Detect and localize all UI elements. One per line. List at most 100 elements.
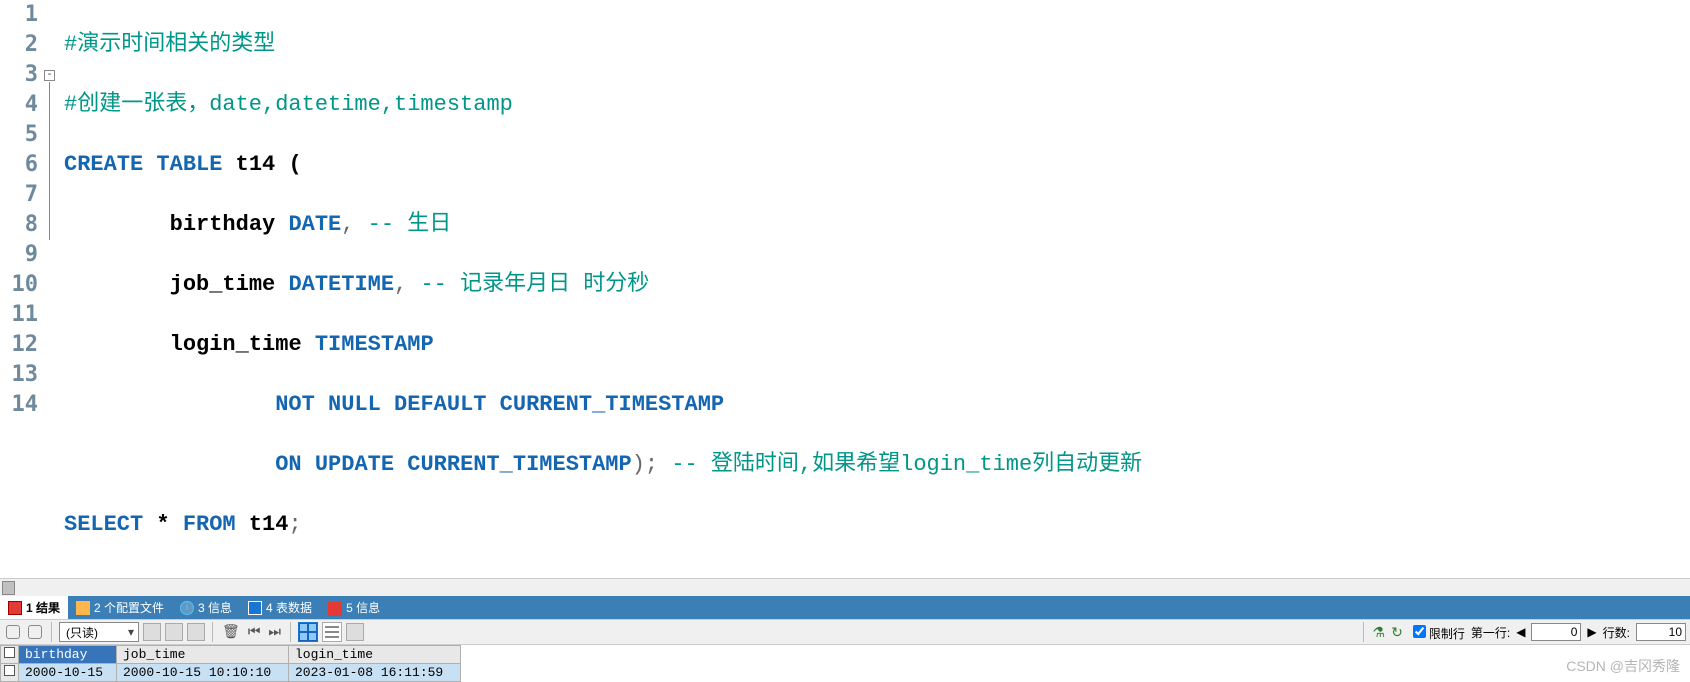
cell-birthday[interactable]: 2000-10-15 [19,664,117,682]
code-editor[interactable]: 1 2 3 4 5 6 7 8 9 10 11 12 13 14 - #演示时间… [0,0,1690,578]
checkbox-icon[interactable] [4,665,15,676]
grid-view-icon[interactable] [298,622,318,642]
kw-create: CREATE [64,152,143,177]
limit-rows-check[interactable] [1413,625,1426,638]
separator [51,622,52,642]
header-row: birthday job_time login_time [1,646,461,664]
tool-button[interactable] [187,623,205,641]
limit-label: 限制行 [1429,627,1465,641]
info-icon: i [180,601,194,615]
tool-button[interactable] [143,623,161,641]
star: * [156,512,169,537]
code-area[interactable]: #演示时间相关的类型 #创建一张表，date,datetime,timestam… [58,0,1690,578]
separator [1363,622,1364,642]
combo-value: (只读) [66,624,98,641]
col-logintime: login_time [170,332,302,357]
line-number: 7 [0,180,38,210]
tab-tabledata[interactable]: 4 表数据 [240,596,320,619]
comment: #演示时间相关的类型 [64,32,275,57]
kw-table: TABLE [156,152,222,177]
table-row[interactable]: 2000-10-15 2000-10-15 10:10:10 2023-01-0… [1,664,461,682]
clause-notnull-default: NOT NULL DEFAULT CURRENT_TIMESTAMP [275,392,724,417]
cell-jobtime[interactable]: 2000-10-15 10:10:10 [117,664,289,682]
column-header-jobtime[interactable]: job_time [117,646,289,664]
line-number: 9 [0,240,38,270]
line-number: 10 [0,270,38,300]
table-icon [248,601,262,615]
line-number: 13 [0,360,38,390]
line-number: 14 [0,390,38,420]
tab-label: 3 信息 [198,599,232,616]
refresh-icon[interactable]: ↻ [1391,624,1403,641]
column-header-birthday[interactable]: birthday [19,646,117,664]
result-tabs: 1 结果 2 个配置文件 i 3 信息 4 表数据 5 信息 [0,596,1690,619]
edit-mode-combo[interactable]: (只读) [59,622,139,642]
line-number: 8 [0,210,38,240]
export-icon[interactable] [4,623,22,641]
toolbar-right: ⚗ ↻ 限制行 第一行: ◀ ▶ 行数: [1360,622,1686,642]
first-icon[interactable]: ⏮ [246,623,263,641]
line-number: 11 [0,300,38,330]
col-jobtime: job_time [170,272,276,297]
type-datetime: DATETIME [288,272,394,297]
text-view-icon[interactable] [346,623,364,641]
line-number-gutter: 1 2 3 4 5 6 7 8 9 10 11 12 13 14 [0,0,44,578]
checkbox-icon[interactable] [4,647,15,658]
result-grid[interactable]: birthday job_time login_time 2000-10-15 … [0,645,1690,682]
comment: -- 生日 [368,212,452,237]
line-number: 5 [0,120,38,150]
ident-t14: t14 [249,512,289,537]
rowcount-label: 行数: [1603,624,1630,641]
column-header-logintime[interactable]: login_time [289,646,461,664]
tab-messages[interactable]: 5 信息 [320,596,388,619]
separator [212,622,213,642]
cell-logintime[interactable]: 2023-01-08 16:11:59 [289,664,461,682]
line-number: 1 [0,0,38,30]
firstrow-input[interactable] [1531,623,1581,641]
next-page-icon[interactable]: ▶ [1587,625,1596,639]
col-birthday: birthday [170,212,276,237]
paren-open: ( [288,152,301,177]
line-number: 12 [0,330,38,360]
scrollbar-thumb[interactable] [2,581,15,595]
horizontal-scrollbar[interactable] [0,578,1690,596]
comment: #创建一张表，date,datetime,timestamp [64,92,513,117]
last-icon[interactable]: ⏭ [266,623,283,641]
ident-t14: t14 [236,152,276,177]
tab-result[interactable]: 1 结果 [0,596,68,619]
firstrow-label: 第一行: [1471,624,1510,641]
tab-label: 4 表数据 [266,599,312,616]
config-icon [76,601,90,615]
comment: -- 记录年月日 时分秒 [420,272,649,297]
comma: , [341,212,354,237]
kw-current-ts: CURRENT_TIMESTAMP [407,452,631,477]
form-view-icon[interactable] [322,622,342,642]
rowcount-input[interactable] [1636,623,1686,641]
kw-update: UPDATE [315,452,394,477]
message-icon [328,602,342,616]
fold-toggle-icon[interactable]: - [44,70,55,81]
line-number: 6 [0,150,38,180]
import-icon[interactable] [26,623,44,641]
delete-icon[interactable]: 🗑 [220,623,242,641]
tool-button[interactable] [165,623,183,641]
tab-config[interactable]: 2 个配置文件 [68,596,172,619]
limit-rows-checkbox[interactable]: 限制行 [1409,622,1465,642]
row-select-cell[interactable] [1,664,19,682]
line-number: 3 [0,60,38,90]
kw-from: FROM [183,512,236,537]
select-all-cell[interactable] [1,646,19,664]
prev-page-icon[interactable]: ◀ [1516,625,1525,639]
type-timestamp: TIMESTAMP [315,332,434,357]
paren-close-semi: ); [632,452,658,477]
tab-label: 1 结果 [26,599,60,616]
fold-guide-line [49,82,50,240]
type-date: DATE [288,212,341,237]
tab-info[interactable]: i 3 信息 [172,596,240,619]
line-number: 2 [0,30,38,60]
tab-label: 2 个配置文件 [94,599,164,616]
fold-column[interactable]: - [44,0,58,578]
watermark: CSDN @吉冈秀隆 [1566,656,1680,676]
filter-icon[interactable]: ⚗ [1373,624,1386,641]
kw-on: ON [275,452,301,477]
